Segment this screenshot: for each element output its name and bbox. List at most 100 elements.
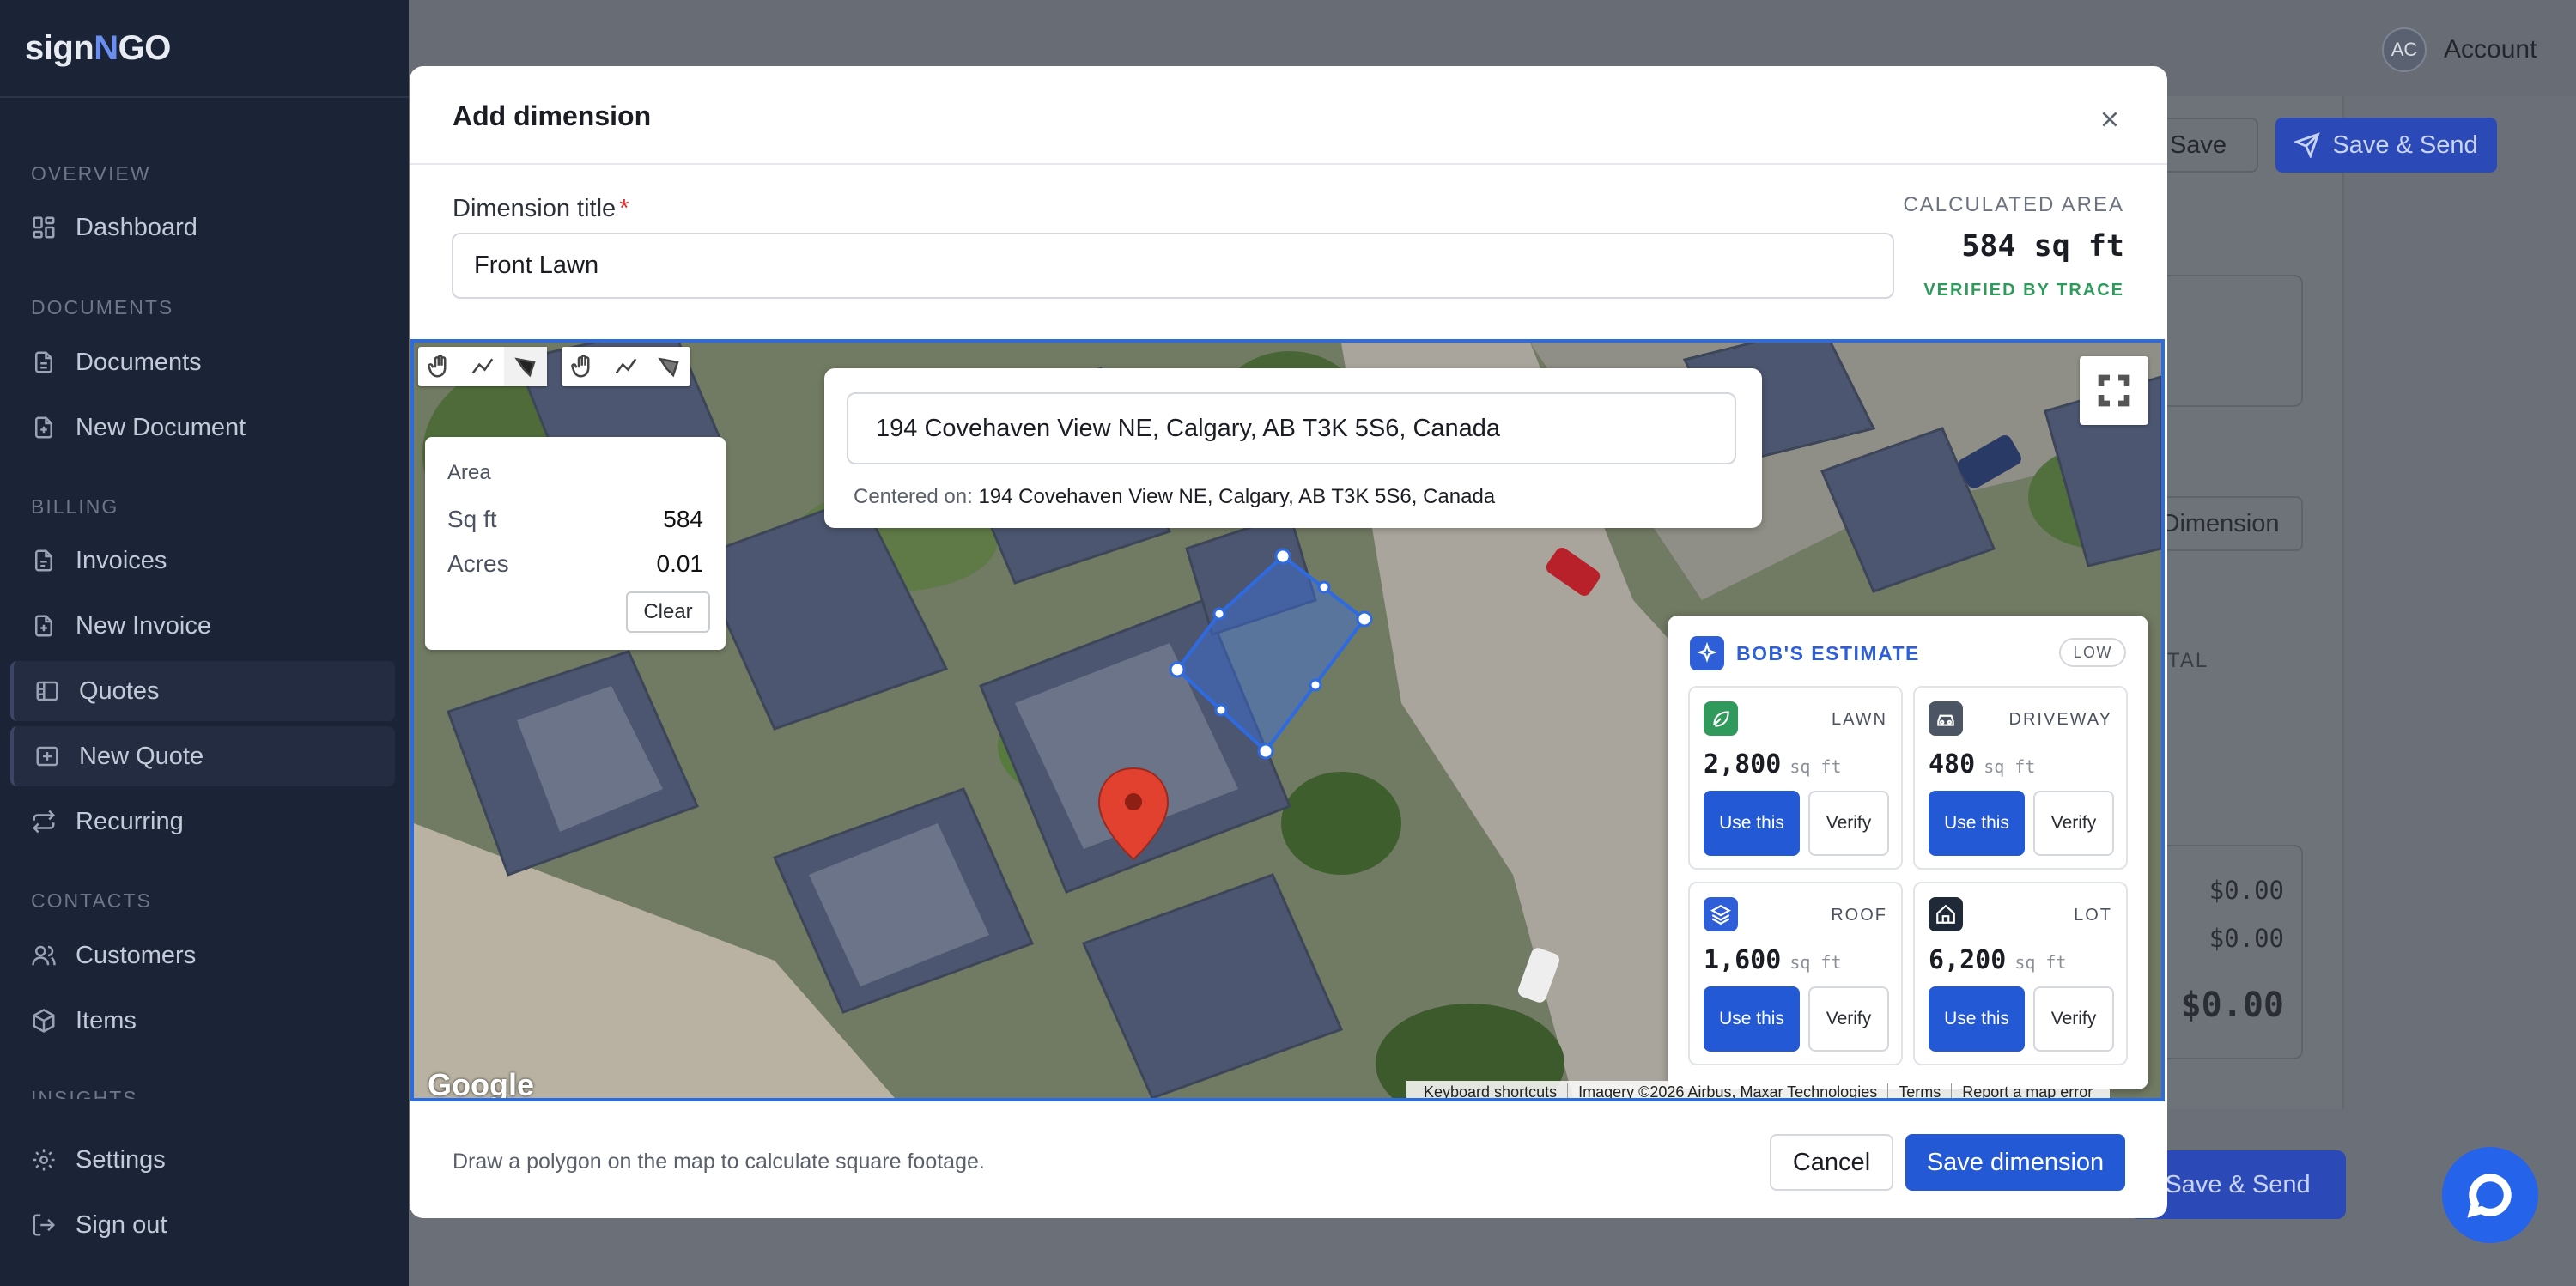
sign-out-icon: [31, 1212, 57, 1238]
drawing-toolbar: [418, 347, 547, 386]
recurring-icon: [31, 809, 57, 834]
sidebar-item-documents[interactable]: Documents: [10, 332, 395, 392]
polyline-icon: [471, 358, 494, 374]
quotes-icon: [34, 678, 60, 704]
sidebar-item-label: Recurring: [76, 807, 184, 835]
sqft-value: 584: [663, 506, 703, 532]
save-dimension-button[interactable]: Save dimension: [1905, 1134, 2125, 1191]
modal-divider: [410, 163, 2167, 165]
invoice-icon: [31, 548, 57, 573]
add-dimension-modal: Add dimension Dimension title* CALCULATE…: [410, 66, 2167, 1218]
section-overview: OVERVIEW: [31, 162, 151, 185]
verify-button[interactable]: Verify: [1808, 791, 1889, 856]
sidebar-item-quotes[interactable]: Quotes: [10, 661, 395, 721]
acres-value: 0.01: [656, 550, 704, 577]
estimate-card-lawn: LAWN 2,800 sq ft Use this Verify: [1688, 686, 1903, 870]
car-icon: [1929, 701, 1963, 736]
section-insights: INSIGHTS: [31, 1087, 138, 1099]
report-map-error-link[interactable]: Report a map error: [1952, 1083, 2103, 1099]
dimension-title-input[interactable]: [452, 233, 1894, 299]
new-invoice-icon: [31, 613, 57, 639]
drawing-toolbar-secondary: [562, 347, 690, 386]
fullscreen-button[interactable]: [2080, 356, 2148, 425]
calculated-area-label: CALCULATED AREA: [1903, 193, 2124, 216]
card-value: 1,600 sq ft: [1704, 945, 1842, 975]
save-and-send-button[interactable]: Save & Send: [2275, 118, 2497, 173]
total-amount: $0.00: [2180, 986, 2284, 1025]
sidebar-divider: [0, 96, 409, 98]
sidebar-item-label: Sign out: [76, 1210, 167, 1239]
line-tool[interactable]: [461, 347, 504, 386]
items-icon: [31, 1008, 57, 1034]
save-send-label: Save & Send: [2332, 130, 2478, 159]
sparkle-icon: [1690, 636, 1724, 670]
save-send-label: Save & Send: [2165, 1170, 2311, 1198]
new-quote-icon: [34, 743, 60, 769]
hand-icon: [571, 355, 590, 378]
polygon-tool[interactable]: [504, 347, 547, 386]
use-this-button[interactable]: Use this: [1929, 986, 2025, 1052]
map-attribution: Keyboard shortcuts Imagery ©2026 Airbus,…: [1406, 1081, 2111, 1099]
estimate-card-roof: ROOF 1,600 sq ft Use this Verify: [1688, 882, 1903, 1065]
sidebar-item-invoices[interactable]: Invoices: [10, 531, 395, 591]
sidebar-item-sign-out[interactable]: Sign out: [10, 1195, 395, 1255]
verify-button[interactable]: Verify: [2033, 791, 2114, 856]
total-column-header: TAL: [2167, 649, 2209, 672]
use-this-button[interactable]: Use this: [1704, 986, 1800, 1052]
pan-tool[interactable]: [418, 347, 461, 386]
pan-tool-secondary[interactable]: [562, 347, 605, 386]
sidebar-item-label: Customers: [76, 941, 197, 969]
card-name: DRIVEWAY: [2008, 710, 2112, 729]
document-icon: [31, 349, 57, 375]
app-logo[interactable]: signNGO: [25, 29, 171, 68]
keyboard-shortcuts-link[interactable]: Keyboard shortcuts: [1413, 1083, 1569, 1098]
card-name: LAWN: [1831, 710, 1887, 729]
imagery-credit: Imagery ©2026 Airbus, Maxar Technologies: [1568, 1083, 1889, 1098]
address-search-input[interactable]: [847, 392, 1736, 464]
cancel-button[interactable]: Cancel: [1770, 1134, 1893, 1191]
address-search-panel: Centered on: 194 Covehaven View NE, Calg…: [824, 368, 1762, 528]
verify-button[interactable]: Verify: [1808, 986, 1889, 1052]
sidebar-item-label: New Document: [76, 413, 246, 441]
sidebar-item-label: Items: [76, 1006, 137, 1034]
sidebar-item-customers[interactable]: Customers: [10, 925, 395, 986]
card-name: LOT: [2074, 906, 2112, 925]
terms-link[interactable]: Terms: [1888, 1083, 1953, 1098]
account-menu[interactable]: AC Account: [2382, 27, 2537, 72]
verified-badge: VERIFIED BY TRACE: [1923, 281, 2124, 300]
bobs-estimate-panel: BOB'S ESTIMATE LOW LAWN 2,800 sq ft Use t…: [1668, 616, 2148, 1089]
estimate-header: BOB'S ESTIMATE: [1690, 636, 1920, 670]
new-document-icon: [31, 415, 57, 440]
avatar: AC: [2382, 27, 2427, 72]
card-name: ROOF: [1831, 906, 1887, 925]
sidebar-item-label: Documents: [76, 348, 202, 376]
clear-button[interactable]: Clear: [626, 591, 710, 633]
close-button[interactable]: [2091, 100, 2129, 138]
fullscreen-icon: [2098, 374, 2130, 407]
sidebar-item-settings[interactable]: Settings: [10, 1130, 395, 1190]
chat-button[interactable]: [2442, 1147, 2538, 1243]
chat-icon: [2467, 1174, 2512, 1218]
satellite-map[interactable]: Area Sq ft 584 Acres 0.01 Clear Centered…: [410, 339, 2165, 1101]
line-tool-secondary[interactable]: [605, 347, 647, 386]
subtotal-amount: $0.00: [2208, 876, 2284, 905]
use-this-button[interactable]: Use this: [1929, 791, 2025, 856]
sidebar-item-recurring[interactable]: Recurring: [10, 792, 395, 852]
polyline-icon: [615, 358, 637, 374]
modal-title: Add dimension: [453, 100, 652, 131]
use-this-button[interactable]: Use this: [1704, 791, 1800, 856]
sidebar-item-new-quote[interactable]: New Quote: [10, 726, 395, 786]
sidebar-item-items[interactable]: Items: [10, 991, 395, 1051]
card-value: 480 sq ft: [1929, 749, 2036, 779]
dimension-title-label: Dimension title *: [453, 195, 629, 222]
sidebar-item-new-invoice[interactable]: New Invoice: [10, 596, 395, 656]
card-value: 6,200 sq ft: [1929, 945, 2067, 975]
area-sqft-row: Sq ft 584: [447, 506, 703, 533]
sidebar-item-dashboard[interactable]: Dashboard: [10, 197, 395, 258]
sidebar-item-new-document[interactable]: New Document: [10, 397, 395, 458]
leaf-icon: [1704, 701, 1738, 736]
section-contacts: CONTACTS: [31, 889, 152, 912]
polygon-tool-secondary[interactable]: [647, 347, 690, 386]
verify-button[interactable]: Verify: [2033, 986, 2114, 1052]
layers-icon: [1704, 897, 1738, 931]
